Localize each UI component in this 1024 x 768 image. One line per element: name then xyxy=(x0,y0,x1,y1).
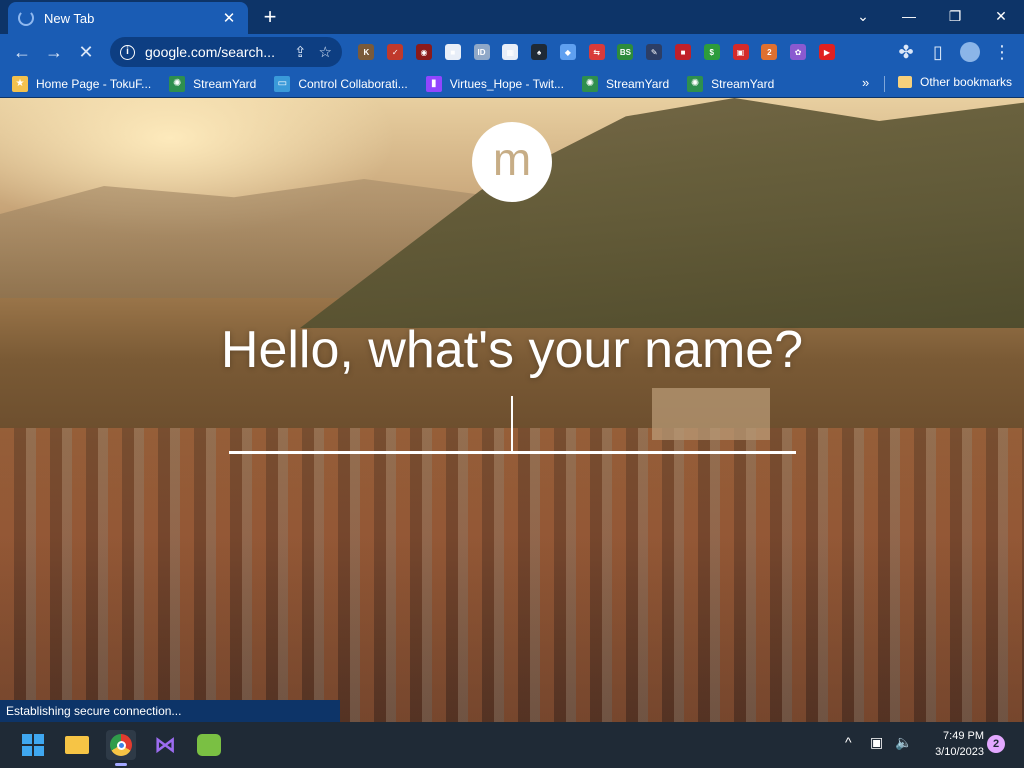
back-button[interactable]: ← xyxy=(6,36,38,68)
volume-icon[interactable]: 🔈 xyxy=(895,734,912,751)
browser-toolbar: ← → ✕ i google.com/search... ⇪ ☆ K ✓ ◉ ■ ID ▦… xyxy=(0,34,1024,70)
file-explorer-icon[interactable] xyxy=(62,730,92,760)
extensions-puzzle-icon[interactable]: ✤ xyxy=(890,36,922,68)
extension-dark-red-icon[interactable]: ◉ xyxy=(415,44,432,60)
other-bookmarks-folder[interactable]: Other bookmarks xyxy=(898,75,1012,89)
extension-purple-icon[interactable]: ✿ xyxy=(790,44,807,60)
tab-title: New Tab xyxy=(44,10,95,26)
extension-red-box-icon[interactable]: ■ xyxy=(674,44,691,60)
other-bookmarks-label: Other bookmarks xyxy=(920,75,1013,89)
active-app-indicator xyxy=(115,763,127,766)
visual-studio-icon[interactable]: ⋈ xyxy=(150,730,180,760)
side-panel-icon[interactable]: ▯ xyxy=(922,36,954,68)
bookmark-label: Control Collaborati... xyxy=(298,76,408,91)
background-town xyxy=(0,428,1024,722)
momentum-logo-avatar: m xyxy=(472,122,552,202)
tab-new-tab[interactable]: New Tab ✕ xyxy=(8,2,248,34)
notification-badge[interactable]: 2 xyxy=(987,735,1005,753)
extensions-row: K ✓ ◉ ■ ID ▦ ♠ ◆ ⇆ BS ✎ ■ $ ▣ 2 ✿ ▶ xyxy=(352,40,841,64)
extension-arrows-icon[interactable]: ⇆ xyxy=(588,44,605,60)
tab-search-icon[interactable]: ⌄ xyxy=(840,0,886,32)
clock-date: 3/10/2023 xyxy=(935,746,984,758)
status-bubble: Establishing secure connection... xyxy=(0,700,340,722)
bookmark-item[interactable]: ✺ StreamYard xyxy=(687,75,775,92)
bookmark-label: StreamYard xyxy=(711,76,775,91)
bookmark-favicon-icon: ▮ xyxy=(425,75,442,92)
bookmark-item[interactable]: ▭ Control Collaborati... xyxy=(274,75,408,92)
close-window-button[interactable]: ✕ xyxy=(978,0,1024,32)
bookmarks-bar: ★ Home Page - TokuF... ✺ StreamYard ▭ Control… xyxy=(0,70,1024,98)
start-button[interactable] xyxy=(18,730,48,760)
share-icon[interactable]: ⇪ xyxy=(294,43,307,61)
bookmark-star-icon[interactable]: ☆ xyxy=(319,43,332,61)
loading-spinner-icon xyxy=(18,10,34,26)
windows-taskbar: ⋈ ^ ▣ 🔈 7:49 PM 3/10/2023 2 xyxy=(0,722,1024,768)
bookmark-label: StreamYard xyxy=(605,76,670,91)
extension-pen-icon[interactable]: ✎ xyxy=(646,44,663,60)
clock-time: 7:49 PM xyxy=(943,730,984,742)
tab-strip: New Tab ✕ + ⌄ — ❐ ✕ xyxy=(0,0,1024,34)
site-info-icon[interactable]: i xyxy=(120,44,135,60)
extension-id-icon[interactable]: ID xyxy=(473,44,490,60)
folder-icon xyxy=(898,76,912,88)
bookmark-favicon-icon: ▭ xyxy=(274,75,291,92)
bookmark-item[interactable]: ▮ Virtues_Hope - Twit... xyxy=(425,75,564,92)
windows-logo-icon xyxy=(22,734,44,756)
extension-red-check-icon[interactable]: ✓ xyxy=(387,44,404,60)
chrome-taskbar-icon[interactable] xyxy=(106,730,136,766)
bookmark-list: ★ Home Page - TokuF... ✺ StreamYard ▭ Control… xyxy=(12,75,792,92)
extension-badge-icon[interactable]: 2 xyxy=(761,44,778,60)
extension-hat-icon[interactable]: ♠ xyxy=(531,44,548,60)
extension-red-square-icon[interactable]: ▣ xyxy=(732,44,749,60)
profile-avatar[interactable] xyxy=(954,36,986,68)
window-controls: ⌄ — ❐ ✕ xyxy=(840,0,1024,32)
bookmark-favicon-icon: ✺ xyxy=(687,75,704,92)
bookmark-label: Home Page - TokuF... xyxy=(36,76,152,91)
bookmark-favicon-icon: ✺ xyxy=(169,75,186,92)
bookmark-label: Virtues_Hope - Twit... xyxy=(449,76,564,91)
minimize-button[interactable]: — xyxy=(886,0,932,32)
forward-button[interactable]: → xyxy=(38,36,70,68)
bookmarks-overflow-chevron-icon[interactable]: » xyxy=(862,75,869,90)
extension-bs-icon[interactable]: BS xyxy=(617,44,634,60)
momentum-new-tab-page: m Hello, what's your name? xyxy=(0,98,1024,722)
game-app-icon[interactable] xyxy=(194,730,224,760)
url-text[interactable]: google.com/search... xyxy=(145,44,282,60)
bookmarks-divider xyxy=(884,76,885,92)
bookmark-item[interactable]: ★ Home Page - TokuF... xyxy=(12,75,152,92)
system-clock[interactable]: 7:49 PM 3/10/2023 xyxy=(924,728,984,760)
tray-overflow-chevron-icon[interactable]: ^ xyxy=(845,734,852,750)
chrome-menu-icon[interactable]: ⋮ xyxy=(986,36,1018,68)
address-bar[interactable]: i google.com/search... ⇪ ☆ xyxy=(110,37,342,67)
stop-loading-button[interactable]: ✕ xyxy=(70,36,102,68)
bookmark-favicon-icon: ★ xyxy=(12,75,28,92)
extension-grid-icon[interactable]: ▦ xyxy=(502,44,519,60)
bookmark-favicon-icon: ✺ xyxy=(581,75,598,92)
tab-close-icon[interactable]: ✕ xyxy=(220,9,238,27)
greeting-heading: Hello, what's your name? xyxy=(220,321,804,379)
network-display-icon[interactable]: ▣ xyxy=(870,734,883,751)
extension-white-card-icon[interactable]: ■ xyxy=(444,44,461,60)
bookmark-item[interactable]: ✺ StreamYard xyxy=(581,75,670,92)
restore-button[interactable]: ❐ xyxy=(932,0,978,32)
extension-youtube-icon[interactable]: ▶ xyxy=(818,44,835,60)
new-tab-button[interactable]: + xyxy=(258,5,282,29)
bookmark-label: StreamYard xyxy=(193,76,257,91)
extension-k-icon[interactable]: K xyxy=(358,44,375,60)
bookmark-item[interactable]: ✺ StreamYard xyxy=(169,75,257,92)
extension-cube-icon[interactable]: ◆ xyxy=(559,44,576,60)
extension-dollar-icon[interactable]: $ xyxy=(703,44,720,60)
text-caret xyxy=(511,396,513,452)
